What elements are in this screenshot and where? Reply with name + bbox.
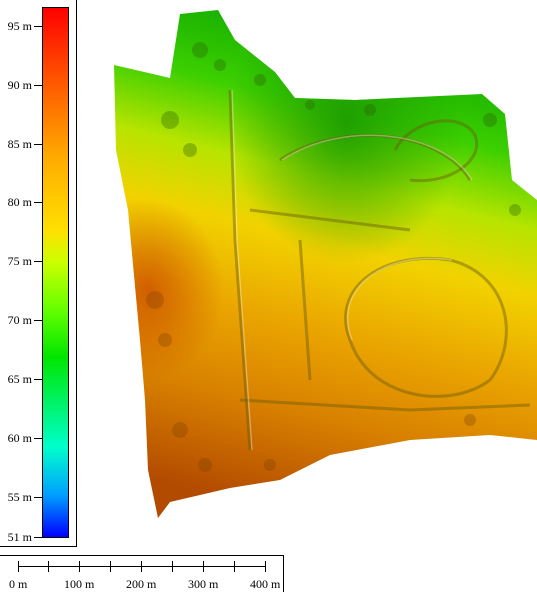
legend-tick	[34, 438, 42, 439]
scale-label: 300 m	[188, 577, 219, 591]
legend-tick	[34, 497, 42, 498]
legend-label: 75 m	[7, 254, 32, 268]
scale-label: 200 m	[126, 577, 157, 591]
legend-label: 85 m	[7, 137, 32, 151]
legend-tick	[34, 26, 42, 27]
legend-label: 95 m	[7, 19, 32, 33]
legend-label: 70 m	[7, 313, 32, 327]
scale-label: 0 m	[9, 577, 28, 591]
scale-tick	[265, 561, 266, 572]
scale-label: 100 m	[64, 577, 95, 591]
legend-tick	[34, 85, 42, 86]
scale-tick	[172, 561, 173, 572]
scale-tick	[79, 561, 80, 572]
scale-tick	[203, 561, 204, 572]
legend-label: 51 m	[7, 530, 32, 544]
scale-label: 400 m	[250, 577, 281, 591]
scale-tick	[141, 561, 142, 572]
legend-tick	[34, 537, 42, 538]
legend-label: 80 m	[7, 195, 32, 209]
scale-tick	[110, 561, 111, 572]
legend-tick	[34, 379, 42, 380]
legend-label: 90 m	[7, 78, 32, 92]
scale-tick	[234, 561, 235, 572]
scale-tick	[48, 561, 49, 572]
legend-tick	[34, 261, 42, 262]
scale-tick	[18, 561, 19, 572]
elevation-color-bar	[42, 7, 69, 538]
legend-tick	[34, 320, 42, 321]
legend-label: 60 m	[7, 431, 32, 445]
legend-label: 55 m	[7, 490, 32, 504]
legend-tick	[34, 144, 42, 145]
legend-tick	[34, 202, 42, 203]
elevation-map[interactable]	[110, 10, 537, 520]
legend-label: 65 m	[7, 372, 32, 386]
